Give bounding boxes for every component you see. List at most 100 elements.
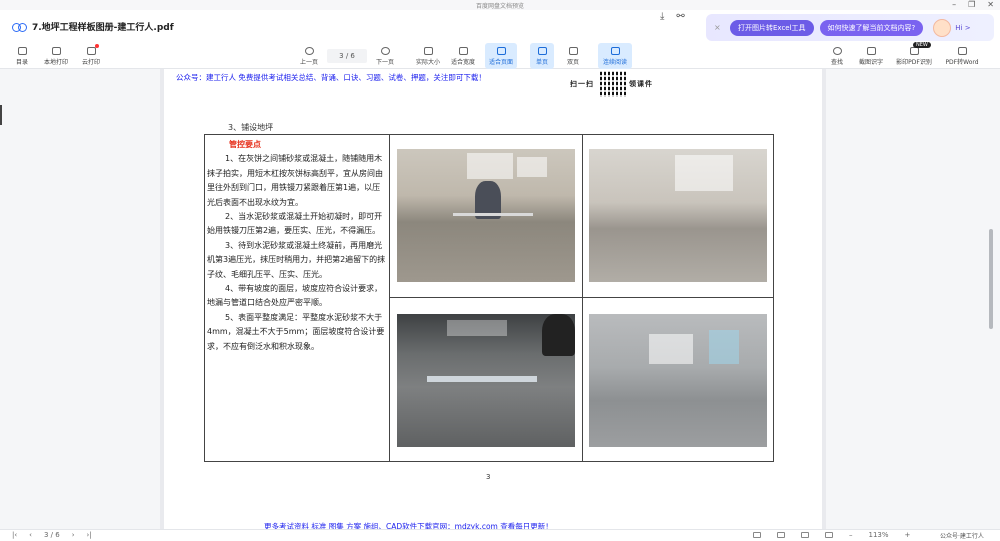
fit-page-icon (496, 46, 506, 55)
actual-size-icon (423, 46, 433, 55)
pdf-page: 公众号：建工行人 免费提供考试相关总结、背诵、口诀、习题、试卷、押题，关注即可下… (164, 69, 822, 529)
assistant-avatar-icon[interactable] (933, 18, 952, 37)
table-divider (389, 135, 390, 461)
assistant-greeting[interactable]: Hi > (955, 24, 970, 32)
single-page-icon (537, 46, 547, 55)
fit-page-button[interactable]: 适合页面 (485, 43, 517, 69)
view-mode-icon[interactable] (801, 532, 809, 538)
double-page-icon (568, 46, 578, 55)
last-page-icon[interactable]: ›| (87, 531, 92, 539)
ask-document-button[interactable]: 如何快速了解当前文档内容? (819, 19, 924, 36)
table-divider (390, 297, 774, 298)
actual-size-button[interactable]: 实际大小 (413, 43, 443, 69)
scan-prompt-left: 扫一扫 (570, 80, 594, 88)
status-view-controls: – 113% + (753, 531, 910, 539)
top-notice: 公众号：建工行人 免费提供考试相关总结、背诵、口诀、习题、试卷、押题，关注即可下… (176, 73, 486, 82)
zoom-in-icon[interactable]: + (905, 531, 911, 539)
download-icon[interactable]: ⤓ (660, 11, 664, 22)
window-highlight (709, 330, 739, 364)
photo-leveling-rod (397, 314, 575, 447)
paragraph: 4、带有坡度的面层，坡度应符合设计要求，地漏与管道口结合处应严密平顺。 (207, 284, 383, 308)
section-title: 3、铺设地坪 (228, 123, 274, 132)
next-page-button[interactable]: 下一页 (373, 43, 397, 69)
first-page-icon[interactable]: |‹ (12, 531, 17, 539)
print-icon (51, 46, 61, 55)
view-mode-icon[interactable] (777, 532, 785, 538)
worker-arm (542, 314, 575, 356)
window-highlight (517, 157, 547, 177)
view-mode-icon[interactable] (753, 532, 761, 538)
window-controls: – ❐ ✕ (952, 0, 994, 10)
toc-icon (17, 46, 27, 55)
window-highlight (467, 153, 513, 179)
search-button[interactable]: 查找 (827, 43, 847, 69)
right-margin-pane (826, 69, 1000, 529)
baidu-netdisk-logo-icon (12, 22, 27, 32)
window-highlight (447, 320, 507, 336)
photo-finished-floor (589, 149, 767, 282)
sidebar-toggle-handle[interactable] (0, 105, 2, 125)
search-icon (832, 46, 842, 55)
maximize-button[interactable]: ❐ (968, 0, 975, 10)
single-page-button[interactable]: 单页 (530, 43, 554, 69)
qr-code-image (600, 71, 626, 97)
document-viewport[interactable]: 公众号：建工行人 免费提供考试相关总结、背诵、口诀、习题、试卷、押题，关注即可下… (0, 69, 1000, 529)
prev-page-button[interactable]: 上一页 (297, 43, 321, 69)
window-highlight (649, 334, 693, 364)
window-title: 百度网盘文档预览 (475, 2, 524, 10)
status-nav: |‹ ‹ 3 / 6 › ›| (12, 531, 92, 539)
fit-width-icon (458, 46, 468, 55)
ai-strip-close-button[interactable]: × (714, 23, 724, 32)
zoom-out-icon[interactable]: – (849, 531, 853, 539)
pdf-toolbar: 目录 本地打印 云打印 上一页 下一页 实际大小 适合宽度 适合页面 单页 双页… (0, 43, 1000, 69)
vertical-scrollbar[interactable] (989, 229, 993, 329)
next-page-icon[interactable]: › (72, 531, 75, 539)
prev-page-icon (304, 46, 314, 55)
watermark-text: 公众号·建工行人 (940, 533, 984, 540)
photo-worker-screeding (397, 149, 575, 282)
file-name: 7.地坪工程样板图册-建工行人.pdf (32, 23, 174, 33)
notification-dot (95, 44, 99, 48)
control-points-text: 管控要点 1、在灰饼之间铺砂浆或混凝土，随铺随用木抹子拍实，用短木杠按灰饼标高刮… (207, 138, 387, 354)
page-number: 3 (486, 473, 491, 481)
pdf-to-word-button[interactable]: PDF转Word (942, 43, 982, 69)
paragraph: 5、表面平整度满足：平整度水泥砂浆不大于4mm，混凝土不大于5mm；面层坡度符合… (207, 312, 385, 351)
screenshot-ocr-icon (866, 46, 876, 55)
ai-assistant-strip: × 打开图片转Excel工具 如何快速了解当前文档内容? Hi > (706, 14, 994, 41)
continuous-read-button[interactable]: 连续阅读 (598, 43, 632, 69)
zoom-level[interactable]: 113% (869, 531, 889, 539)
control-points-title: 管控要点 (229, 140, 261, 149)
toc-button[interactable]: 目录 (12, 43, 32, 69)
table-divider (582, 135, 583, 461)
window-highlight (675, 155, 733, 191)
continuous-read-icon (610, 46, 620, 55)
paragraph: 3、待到水泥砂浆或混凝土终凝前，再用磨光机第3遍压光，抹压时稍用力，并把第2遍留… (207, 240, 386, 279)
status-page-indicator[interactable]: 3 / 6 (44, 531, 60, 539)
window-titlebar: 百度网盘文档预览 – ❐ ✕ (0, 0, 1000, 10)
screed-bar (453, 213, 533, 216)
local-print-button[interactable]: 本地打印 (40, 43, 72, 69)
scan-prompt-right: 领课件 (629, 80, 653, 88)
level-ruler (427, 376, 537, 382)
screenshot-ocr-button[interactable]: 截图识字 (856, 43, 886, 69)
minimize-button[interactable]: – (952, 0, 956, 10)
next-page-icon (380, 46, 390, 55)
left-margin-pane (0, 69, 160, 529)
share-icon[interactable]: ⚯ (676, 11, 684, 22)
cloud-print-icon (86, 46, 96, 55)
image-to-excel-button[interactable]: 打开图片转Excel工具 (730, 19, 814, 36)
paragraph: 1、在灰饼之间铺砂浆或混凝土，随铺随用木抹子拍实，用短木杠按灰饼标高刮平，宜从房… (207, 154, 383, 207)
prev-page-icon[interactable]: ‹ (29, 531, 32, 539)
fit-width-button[interactable]: 适合宽度 (448, 43, 478, 69)
pdf-to-word-icon (957, 46, 967, 55)
new-badge: NEW (913, 42, 931, 48)
double-page-button[interactable]: 双页 (561, 43, 585, 69)
close-button[interactable]: ✕ (987, 0, 994, 10)
page-indicator[interactable]: 3 / 6 (327, 49, 367, 63)
paragraph: 2、当水泥砂浆或混凝土开始初凝时，即可开始用铁镘刀压第2遍，要压实、压光，不得漏… (207, 212, 383, 236)
content-table: 管控要点 1、在灰饼之间铺砂浆或混凝土，随铺随用木抹子拍实，用短木杠按灰饼标高刮… (204, 134, 774, 462)
header-actions: ⤓ ⚯ (660, 11, 685, 22)
photo-polished-corridor (589, 314, 767, 447)
status-bar: |‹ ‹ 3 / 6 › ›| – 113% + (0, 529, 1000, 541)
view-mode-icon[interactable] (825, 532, 833, 538)
